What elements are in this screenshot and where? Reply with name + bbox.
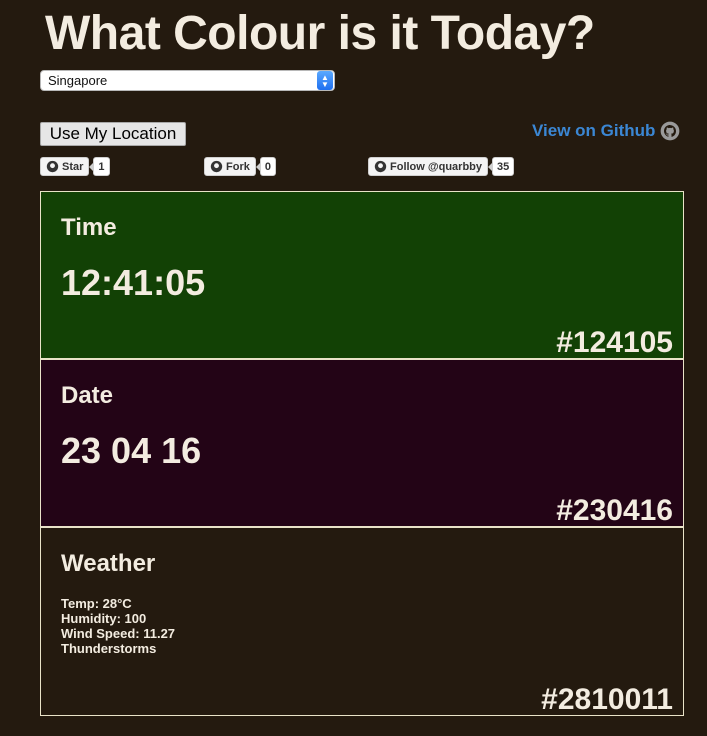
page-title: What Colour is it Today? bbox=[45, 7, 595, 60]
github-icon bbox=[374, 160, 387, 173]
star-label: Star bbox=[62, 160, 84, 173]
time-panel: Time 12:41:05 #124105 bbox=[40, 191, 684, 359]
github-follow-widget: Follow @quarbby 35 bbox=[368, 157, 515, 176]
follow-button[interactable]: Follow @quarbby bbox=[368, 157, 489, 176]
time-value: 12:41:05 bbox=[61, 262, 206, 303]
fork-count[interactable]: 0 bbox=[255, 157, 276, 176]
weather-condition: Thunderstorms bbox=[61, 641, 157, 656]
fork-button[interactable]: Fork bbox=[204, 157, 256, 176]
follow-label: Follow @quarbby bbox=[390, 160, 483, 173]
use-my-location-button[interactable]: Use My Location bbox=[40, 122, 186, 146]
weather-hex-code: #2810011 bbox=[541, 683, 673, 716]
github-icon bbox=[661, 121, 680, 141]
weather-wind-speed: Wind Speed: 11.27 bbox=[61, 626, 176, 641]
github-star-widget: Star 1 bbox=[40, 157, 110, 176]
weather-panel: Weather Temp: 28°C Humidity: 100 Wind Sp… bbox=[40, 527, 684, 716]
time-label: Time bbox=[61, 214, 117, 241]
date-panel: Date 23 04 16 #230416 bbox=[40, 359, 684, 527]
weather-humidity: Humidity: 100 bbox=[61, 611, 147, 626]
github-icon bbox=[46, 160, 59, 173]
star-button[interactable]: Star bbox=[40, 157, 90, 176]
date-label: Date bbox=[61, 382, 114, 409]
fork-label: Fork bbox=[226, 160, 250, 173]
follow-count[interactable]: 35 bbox=[487, 157, 515, 176]
date-hex-code: #230416 bbox=[556, 494, 673, 527]
weather-label: Weather bbox=[61, 550, 156, 577]
weather-details: Temp: 28°C Humidity: 100 Wind Speed: 11.… bbox=[61, 596, 175, 656]
time-hex-code: #124105 bbox=[556, 326, 673, 359]
location-select[interactable]: Singapore ▲ ▼ bbox=[40, 70, 335, 91]
view-on-github-link[interactable]: View on Github bbox=[532, 121, 680, 141]
chevron-updown-icon: ▲ ▼ bbox=[317, 71, 333, 90]
location-select-value: Singapore bbox=[48, 73, 108, 88]
date-value: 23 04 16 bbox=[61, 430, 202, 471]
star-count[interactable]: 1 bbox=[89, 157, 110, 176]
github-icon bbox=[210, 160, 223, 173]
github-fork-widget: Fork 0 bbox=[204, 157, 276, 176]
github-link-label: View on Github bbox=[532, 121, 656, 140]
weather-temp: Temp: 28°C bbox=[61, 596, 132, 611]
